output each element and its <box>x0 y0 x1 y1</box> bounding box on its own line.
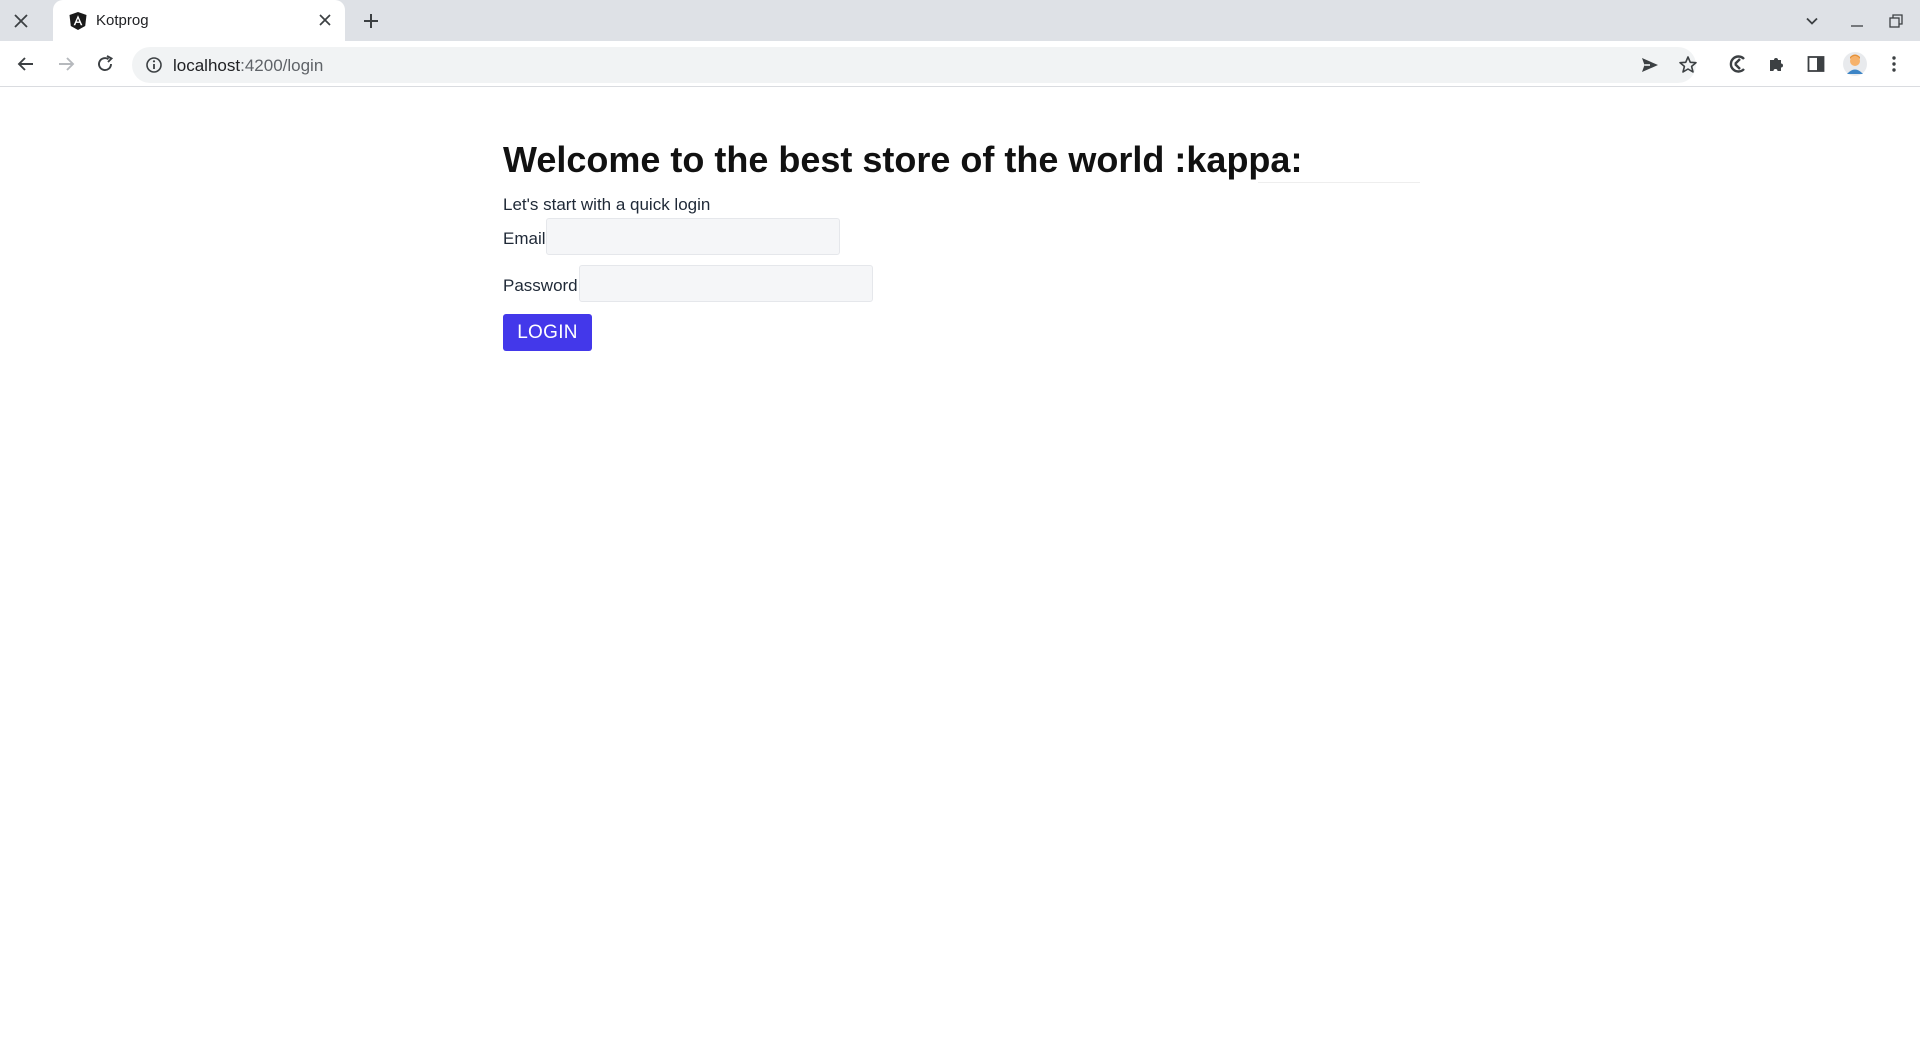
puzzle-icon[interactable] <box>1763 50 1791 78</box>
url-path: :4200/login <box>240 56 324 75</box>
close-icon[interactable] <box>0 0 41 41</box>
tab-active[interactable]: Kotprog <box>53 0 345 41</box>
menu-dots-icon[interactable] <box>1880 50 1908 78</box>
reload-icon[interactable] <box>91 50 119 78</box>
forward-icon[interactable] <box>52 50 80 78</box>
page-title: Welcome to the best store of the world :… <box>503 139 1303 180</box>
side-panel-icon[interactable] <box>1802 50 1830 78</box>
minimize-icon[interactable] <box>1845 9 1869 33</box>
login-subtitle: Let's start with a quick login <box>503 195 711 214</box>
password-label: Password <box>503 276 578 295</box>
new-tab-icon[interactable] <box>358 9 384 33</box>
password-field[interactable] <box>579 265 873 302</box>
star-icon[interactable] <box>1678 55 1698 75</box>
browser-toolbar: localhost:4200/login <box>0 41 1920 87</box>
page-content: Welcome to the best store of the world :… <box>0 88 1920 1050</box>
address-bar[interactable]: localhost:4200/login <box>132 47 1698 83</box>
extension-icon[interactable] <box>1724 50 1752 78</box>
back-icon[interactable] <box>12 50 40 78</box>
tab-title: Kotprog <box>96 12 149 29</box>
close-tab-icon[interactable] <box>315 10 335 30</box>
tab-strip: Kotprog <box>0 0 1920 41</box>
url-host: localhost <box>173 56 241 75</box>
angular-icon <box>68 11 88 31</box>
email-field[interactable] <box>546 218 840 255</box>
chevron-down-icon[interactable] <box>1800 9 1824 33</box>
url-text: localhost:4200/login <box>173 56 323 76</box>
email-label: Email <box>503 229 546 248</box>
login-button[interactable]: LOGIN <box>503 314 592 351</box>
send-icon[interactable] <box>1640 55 1660 75</box>
divider <box>1258 182 1420 183</box>
info-icon[interactable] <box>145 56 163 74</box>
profile-avatar[interactable] <box>1841 50 1869 78</box>
restore-icon[interactable] <box>1884 9 1908 33</box>
